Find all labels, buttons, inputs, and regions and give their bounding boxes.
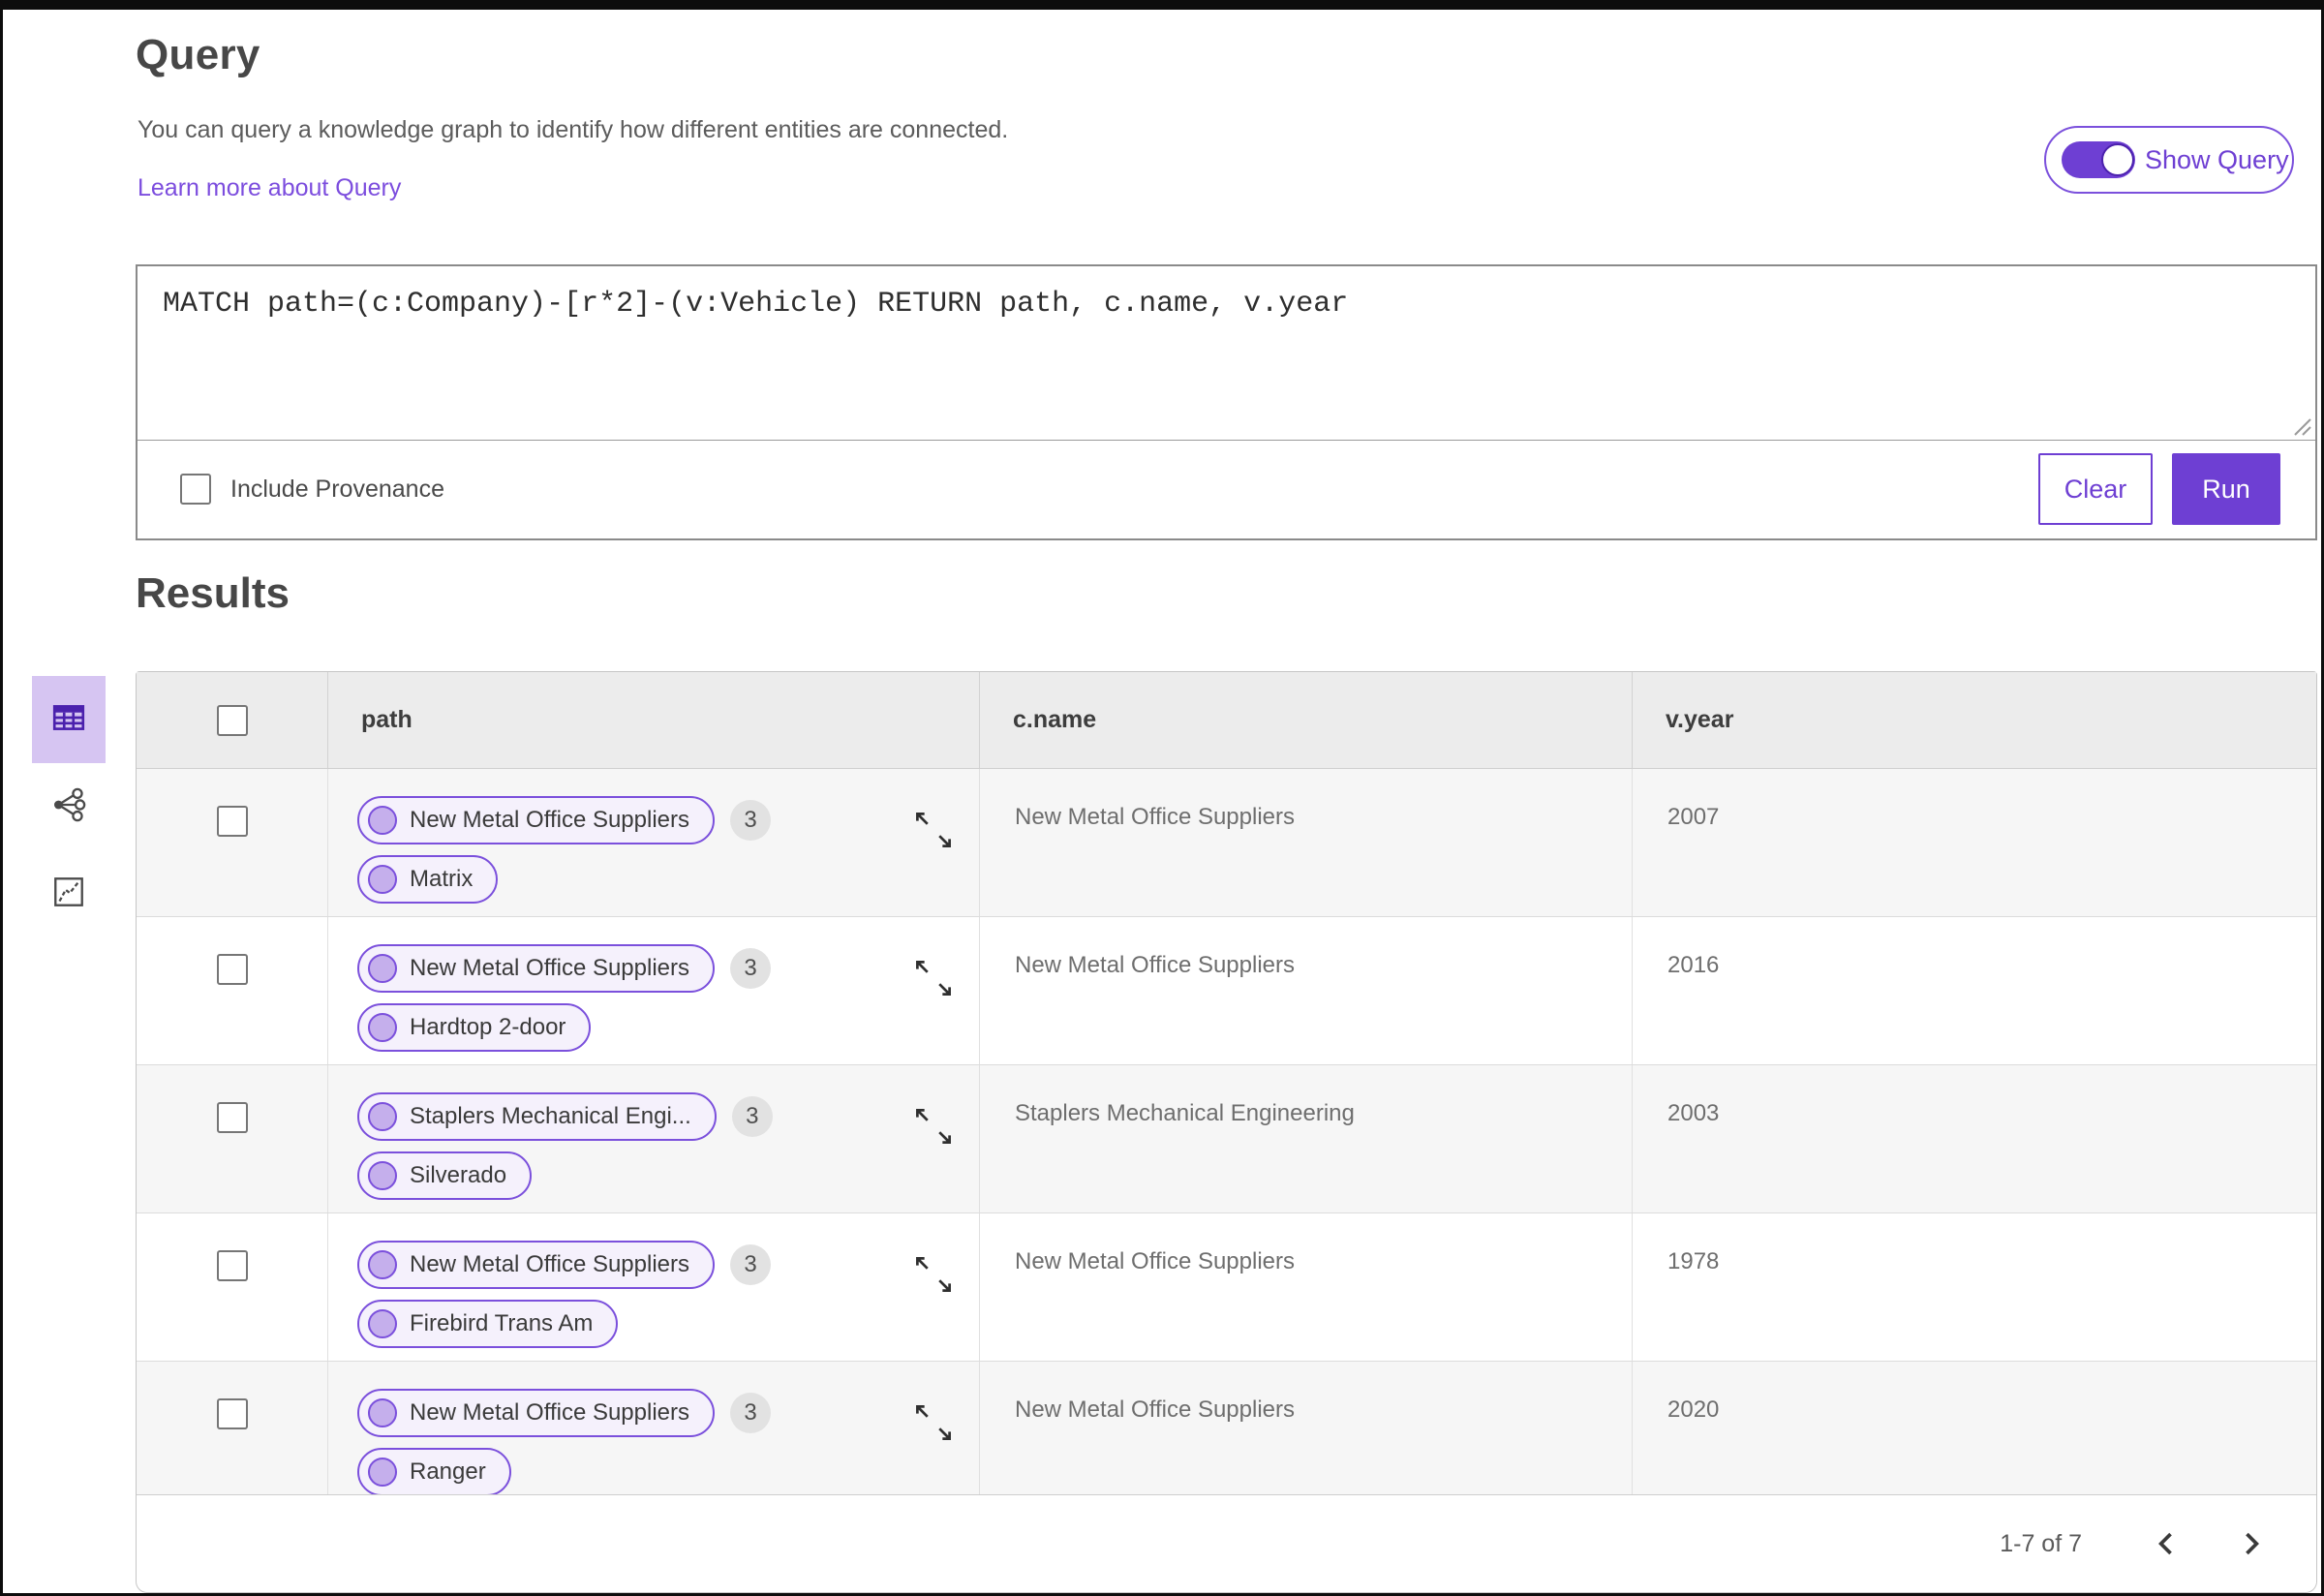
next-page-button[interactable]: [2229, 1522, 2272, 1565]
node-icon: [368, 1250, 397, 1279]
row-checkbox[interactable]: [216, 1102, 248, 1133]
path-node-pill[interactable]: New Metal Office Suppliers: [357, 1241, 716, 1289]
node-icon: [368, 1458, 397, 1487]
column-header-vyear: v.year: [1666, 706, 1734, 733]
clear-button[interactable]: Clear: [2038, 453, 2153, 525]
chart-view-button[interactable]: [32, 850, 106, 937]
table-row: Staplers Mechanical Engi... 3 Silverado: [137, 1065, 2316, 1213]
cname-cell: New Metal Office Suppliers: [979, 917, 1632, 1064]
table-view-button[interactable]: [32, 676, 106, 763]
path-node-pill[interactable]: Ranger: [357, 1448, 511, 1494]
path-node-pill[interactable]: Firebird Trans Am: [357, 1300, 619, 1348]
expand-path-icon[interactable]: [907, 804, 960, 856]
table-row: New Metal Office Suppliers 3 Matrix New …: [137, 769, 2316, 917]
table-view-icon: [50, 699, 87, 741]
show-query-toggle[interactable]: Show Query: [2044, 126, 2294, 194]
previous-page-button[interactable]: [2146, 1522, 2188, 1565]
cname-cell: New Metal Office Suppliers: [979, 1213, 1632, 1361]
table-row: New Metal Office Suppliers 3 Hardtop 2-d…: [137, 917, 2316, 1065]
expand-path-icon[interactable]: [907, 1248, 960, 1301]
app-window: Query You can query a knowledge graph to…: [0, 0, 2324, 1596]
path-node-pill[interactable]: New Metal Office Suppliers: [357, 1389, 716, 1437]
table-row: New Metal Office Suppliers 3 Firebird Tr…: [137, 1213, 2316, 1362]
view-switcher: [32, 676, 106, 937]
toggle-switch[interactable]: [2062, 141, 2135, 178]
node-icon: [368, 806, 397, 835]
path-node-pill[interactable]: Staplers Mechanical Engi...: [357, 1092, 717, 1141]
pagination-range: 1-7 of 7: [2000, 1529, 2082, 1557]
query-editor[interactable]: MATCH path=(c:Company)-[r*2]-(v:Vehicle)…: [138, 266, 2315, 441]
vyear-cell: 2003: [1632, 1065, 2316, 1212]
node-icon: [368, 1013, 397, 1042]
path-count-badge: 3: [731, 1096, 773, 1137]
include-provenance-label: Include Provenance: [230, 475, 444, 503]
row-checkbox[interactable]: [216, 954, 248, 985]
toggle-knob: [2101, 143, 2134, 176]
learn-more-link[interactable]: Learn more about Query: [138, 174, 401, 202]
query-text[interactable]: MATCH path=(c:Company)-[r*2]-(v:Vehicle)…: [138, 266, 2315, 342]
table-footer: 1-7 of 7: [137, 1494, 2316, 1592]
include-provenance-checkbox[interactable]: [180, 474, 211, 505]
run-button[interactable]: Run: [2172, 453, 2280, 525]
select-all-checkbox[interactable]: [216, 704, 248, 736]
path-node-pill[interactable]: Matrix: [357, 855, 499, 904]
cname-cell: Staplers Mechanical Engineering: [979, 1065, 1632, 1212]
resize-grip-icon[interactable]: [2287, 412, 2312, 437]
chart-view-icon: [50, 874, 87, 915]
graph-view-icon: [50, 786, 87, 828]
page-description: You can query a knowledge graph to ident…: [138, 116, 1009, 143]
results-table: path c.name v.year New Metal Office Supp…: [136, 671, 2317, 1593]
path-node-pill[interactable]: Hardtop 2-door: [357, 1003, 592, 1052]
query-panel: MATCH path=(c:Company)-[r*2]-(v:Vehicle)…: [136, 264, 2317, 540]
vyear-cell: 2007: [1632, 769, 2316, 916]
vyear-cell: 1978: [1632, 1213, 2316, 1361]
graph-view-button[interactable]: [32, 763, 106, 850]
path-node-pill[interactable]: New Metal Office Suppliers: [357, 944, 716, 993]
editor-toolbar: Include Provenance Clear Run: [138, 441, 2315, 537]
include-provenance-control[interactable]: Include Provenance: [180, 474, 444, 505]
column-header-path: path: [361, 706, 413, 733]
node-icon: [368, 1161, 397, 1190]
vyear-cell: 2016: [1632, 917, 2316, 1064]
node-icon: [368, 1398, 397, 1427]
expand-path-icon[interactable]: [907, 1100, 960, 1152]
expand-path-icon[interactable]: [907, 1396, 960, 1449]
row-checkbox[interactable]: [216, 1398, 248, 1429]
expand-path-icon[interactable]: [907, 952, 960, 1004]
results-title: Results: [136, 569, 290, 617]
table-header-row: path c.name v.year: [137, 672, 2316, 769]
path-count-badge: 3: [730, 800, 772, 841]
node-icon: [368, 1309, 397, 1338]
cname-cell: New Metal Office Suppliers: [979, 769, 1632, 916]
cname-cell: New Metal Office Suppliers: [979, 1362, 1632, 1494]
row-checkbox[interactable]: [216, 1250, 248, 1281]
node-icon: [368, 1102, 397, 1131]
path-count-badge: 3: [730, 1393, 772, 1433]
node-icon: [368, 954, 397, 983]
path-count-badge: 3: [730, 1244, 772, 1285]
path-node-pill[interactable]: New Metal Office Suppliers: [357, 796, 716, 844]
row-checkbox[interactable]: [216, 806, 248, 837]
path-count-badge: 3: [730, 948, 772, 989]
path-node-pill[interactable]: Silverado: [357, 1151, 533, 1200]
table-row: New Metal Office Suppliers 3 Ranger New …: [137, 1362, 2316, 1494]
show-query-label: Show Query: [2145, 144, 2289, 174]
page-title: Query: [136, 31, 260, 78]
vyear-cell: 2020: [1632, 1362, 2316, 1494]
node-icon: [368, 865, 397, 894]
column-header-cname: c.name: [1013, 706, 1097, 733]
